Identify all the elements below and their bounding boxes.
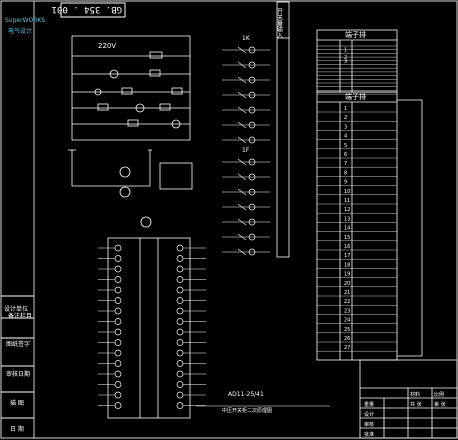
relay-group-label-1: 1K (242, 35, 251, 42)
title-cell-7: 审核 (364, 421, 374, 428)
pin-right (176, 381, 184, 388)
pin-left (114, 265, 122, 273)
left-title-3: 图纸签字 (6, 340, 30, 348)
left-title-1: 设计单位 (4, 305, 28, 313)
terminal-number: 7 (344, 161, 347, 167)
pin-right (176, 286, 184, 294)
terminal-number: 5 (344, 143, 347, 149)
terminal-rows-mid: 1234567891011121314151617181920212223242… (317, 106, 397, 352)
terminal-number: 19 (344, 272, 350, 278)
pin-left (114, 244, 122, 252)
left-title-6: 日 期 (10, 425, 24, 433)
title-cell-4: 共 张 (410, 401, 422, 408)
terminal-number: 3 (344, 124, 347, 130)
terminal-number: 16 (344, 244, 350, 250)
title-cell-6: 设计 (364, 411, 374, 418)
terminal-number: 23 (344, 308, 350, 314)
pin-left (114, 318, 122, 325)
stamp-text: GB. 354 . 001 (52, 4, 122, 14)
pin-left (114, 391, 122, 399)
pin-left (114, 349, 122, 357)
bottom-caption: 中压开关柜二次原理图 (222, 407, 272, 414)
cad-drawing-canvas[interactable]: GB. 354 . 001 SuperWORKS 电气设计 设计单位 备注栏目 … (0, 0, 458, 440)
terminal-number: 8 (344, 170, 347, 176)
terminal-number: 2 (344, 115, 347, 121)
pin-right (176, 328, 184, 336)
terminal-number: 9 (344, 180, 347, 186)
pin-left (114, 381, 122, 388)
terminal-number: 15 (344, 235, 350, 241)
voltage-label: 220V (98, 42, 116, 50)
terminal-number: 12 (344, 207, 350, 213)
pin-right (176, 391, 184, 399)
terminal-rows-top: 123 (317, 45, 397, 95)
pin-left (114, 276, 122, 283)
pin-right (176, 370, 184, 378)
pin-right (176, 255, 184, 262)
terminal-number: 21 (344, 290, 350, 296)
title-cell-8: 批准 (364, 431, 374, 438)
terminal-number: 24 (344, 318, 350, 324)
terminal-number: 1 (344, 47, 347, 53)
terminal-number: 17 (344, 253, 350, 259)
terminal-number: 4 (344, 134, 347, 140)
terminal-number: 20 (344, 281, 350, 287)
left-title-4: 审核日期 (6, 370, 30, 378)
terminal-number: 1 (344, 106, 347, 112)
connector-block (107, 237, 191, 419)
terminal-number: 11 (344, 198, 350, 204)
terminal-number: 14 (344, 226, 350, 232)
title-block (359, 359, 458, 439)
vertical-input-box (276, 1, 290, 258)
pin-left (114, 339, 122, 346)
pin-right (176, 318, 184, 325)
title-cell-3: 重量 (364, 401, 374, 408)
lamp-circuit (68, 149, 193, 228)
terminal-number: 27 (344, 345, 350, 351)
terminal-number: 22 (344, 299, 350, 305)
pin-right (176, 297, 184, 304)
pin-right (176, 307, 184, 315)
stamp-box: GB. 354 . 001 (52, 2, 126, 18)
brand-line-1: SuperWORKS (5, 17, 45, 24)
pin-left (114, 297, 122, 304)
terminal-number: 6 (344, 152, 347, 158)
terminal-header-mid: 端子排 (345, 92, 366, 101)
relay-group-label-2: 1F (242, 147, 250, 154)
terminal-number: 25 (344, 327, 350, 333)
terminal-header-top: 端子排 (345, 30, 366, 39)
brand-line-2: 电气设计 (8, 27, 32, 35)
control-circuit (71, 35, 191, 141)
pin-left (114, 307, 122, 315)
pin-right (176, 349, 184, 357)
drawing-border (0, 0, 458, 439)
terminal-number: 3 (344, 59, 347, 65)
terminal-number: 18 (344, 262, 350, 268)
pin-right (176, 276, 184, 283)
pin-right (176, 402, 184, 409)
pin-left (114, 255, 122, 262)
terminal-number: 10 (344, 189, 350, 195)
title-cell-1: 材料 (410, 391, 420, 398)
pin-left (114, 360, 122, 367)
pin-right (176, 265, 184, 273)
relay-group-1f (222, 158, 270, 256)
title-cell-5: 第 张 (434, 401, 446, 408)
terminal-number: 13 (344, 216, 350, 222)
title-cell-2: 比例 (434, 391, 444, 398)
vertical-box-label: 开关量输入 (276, 8, 283, 38)
pin-left (114, 328, 122, 336)
terminal-block-mid (316, 91, 423, 361)
pin-left (114, 286, 122, 294)
left-title-2: 备注栏目 (8, 312, 32, 320)
pin-left (114, 402, 122, 409)
pin-left (114, 370, 122, 378)
device-label: AD11-25/41 (228, 391, 264, 398)
left-title-5: 描 图 (10, 399, 24, 407)
pin-right (176, 244, 184, 252)
terminal-number: 26 (344, 336, 350, 342)
pin-right (176, 360, 184, 367)
pin-right (176, 339, 184, 346)
relay-group-1k (222, 46, 270, 144)
